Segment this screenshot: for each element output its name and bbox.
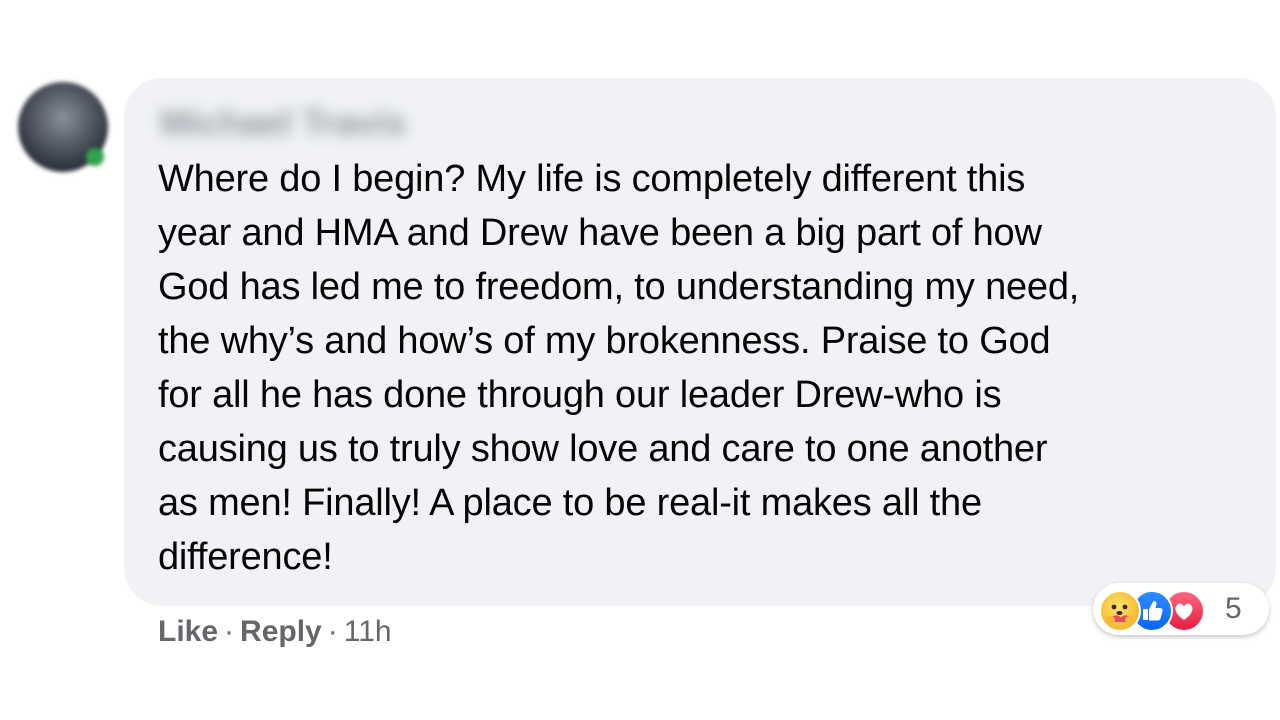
separator: ·	[327, 615, 338, 648]
timestamp-link[interactable]: 11h	[344, 615, 392, 648]
reply-button[interactable]: Reply	[240, 615, 322, 648]
reactions-summary[interactable]: 5	[1093, 583, 1269, 635]
comment: Michael Travis Where do I begin? My life…	[0, 0, 1280, 720]
comment-bubble: Michael Travis Where do I begin? My life…	[124, 78, 1276, 606]
reaction-count: 5	[1225, 592, 1242, 625]
comment-actions: Like · Reply · 11h	[158, 612, 392, 652]
comment-text: Where do I begin? My life is completely …	[158, 158, 1080, 578]
separator: ·	[224, 615, 235, 648]
author-name[interactable]: Michael Travis	[160, 102, 406, 144]
care-icon	[1099, 590, 1141, 632]
like-button[interactable]: Like	[158, 615, 218, 648]
online-status-icon	[86, 148, 104, 166]
